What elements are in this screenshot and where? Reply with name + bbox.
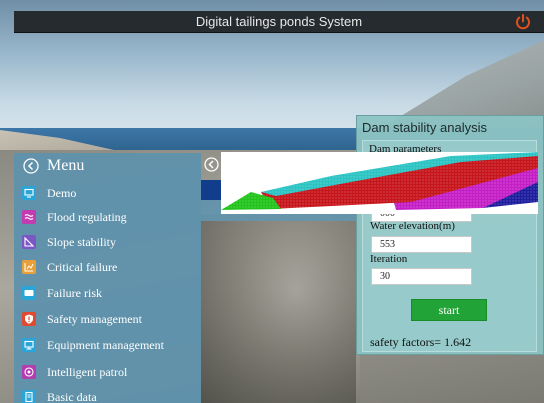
menu-item-label: Intelligent patrol: [47, 364, 128, 379]
menu-item-label: Safety management: [47, 311, 142, 326]
panel-title: Dam stability analysis: [362, 120, 487, 135]
start-button[interactable]: start: [411, 299, 487, 321]
safety-factor-value: 1.642: [444, 335, 472, 349]
waves-icon: [22, 210, 36, 224]
safety-factor-label: safety factors=: [370, 335, 442, 349]
water-elevation-input[interactable]: 553: [371, 236, 472, 253]
app-title: Digital tailings ponds System: [195, 14, 363, 29]
menu-header: Menu: [14, 153, 201, 179]
menu-item-critical-failure[interactable]: Critical failure: [14, 255, 201, 279]
back-arrow-icon[interactable]: [204, 157, 219, 172]
safety-factor-result: safety factors= 1.642: [370, 335, 471, 350]
title-bar: Digital tailings ponds System: [14, 11, 544, 33]
menu-item-intelligent-patrol[interactable]: Intelligent patrol: [14, 360, 201, 384]
menu-item-label: Demo: [47, 185, 77, 200]
chart-icon: [22, 260, 36, 274]
menu-item-demo[interactable]: Demo: [14, 181, 201, 205]
menu-item-label: Slope stability: [47, 234, 116, 249]
viewport-shade: [201, 221, 356, 403]
slope-icon: [22, 235, 36, 249]
alert-icon: [22, 286, 36, 300]
menu-title: Menu: [47, 157, 85, 174]
selection-bar: [201, 180, 223, 200]
menu-item-label: Failure risk: [47, 285, 102, 300]
menu-item-label: Flood regulating: [47, 209, 127, 224]
document-icon: [22, 390, 36, 403]
dam-stability-panel: Dam stability analysis Dam parameters 00…: [356, 115, 544, 355]
menu-item-safety-management[interactable]: Safety management: [14, 307, 201, 331]
water-elevation-label: Water elevation(m): [370, 220, 455, 232]
iteration-input[interactable]: 30: [371, 268, 472, 285]
menu-item-flood-regulating[interactable]: Flood regulating: [14, 205, 201, 229]
shield-icon: [22, 312, 36, 326]
monitor-icon: [22, 186, 36, 200]
patrol-icon: [22, 365, 36, 379]
menu-item-equipment-management[interactable]: Equipment management: [14, 333, 201, 357]
back-arrow-icon[interactable]: [23, 158, 39, 174]
power-icon[interactable]: [514, 13, 532, 31]
menu-item-label: Basic data: [47, 389, 97, 403]
menu-item-label: Critical failure: [47, 259, 118, 274]
dam-model-view: [221, 152, 538, 214]
menu-item-slope-stability[interactable]: Slope stability: [14, 230, 201, 254]
equipment-icon: [22, 338, 36, 352]
side-menu: Menu Demo Flood regulating Slope stabili…: [14, 153, 201, 403]
menu-item-basic-data[interactable]: Basic data: [14, 385, 201, 403]
menu-item-failure-risk[interactable]: Failure risk: [14, 281, 201, 305]
menu-item-label: Equipment management: [47, 337, 164, 352]
iteration-label: Iteration: [370, 253, 408, 265]
